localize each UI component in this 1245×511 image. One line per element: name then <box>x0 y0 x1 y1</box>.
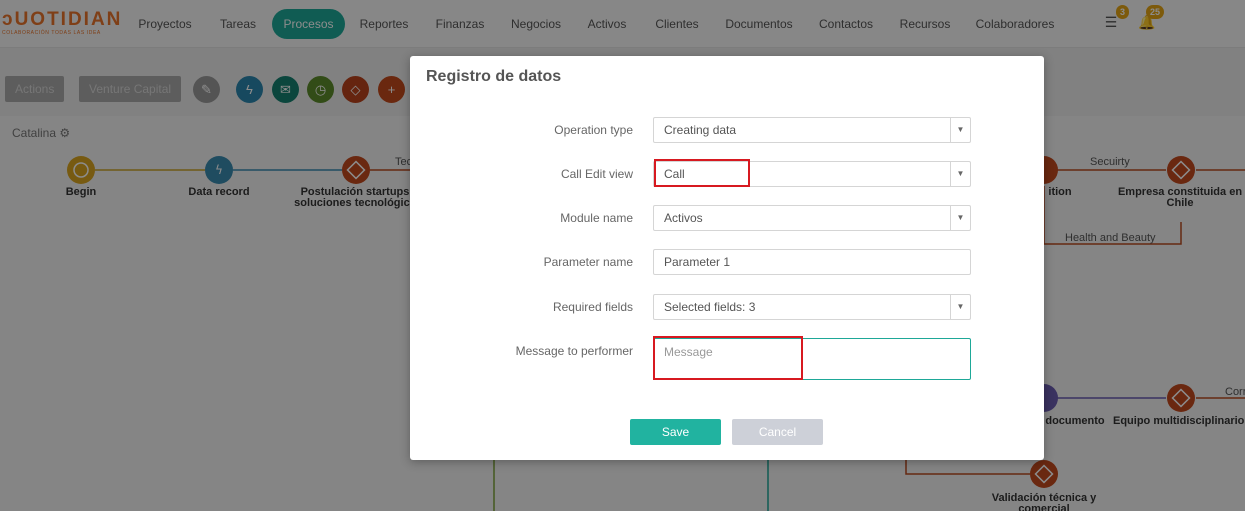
operation-type-value: Creating data <box>664 123 737 137</box>
module-name-select[interactable]: Activos ▼ <box>653 205 971 231</box>
operation-type-select[interactable]: Creating data ▼ <box>653 117 971 143</box>
call-highlight-box <box>654 159 750 187</box>
message-label: Message to performer <box>515 344 633 358</box>
call-edit-view-row: Call Edit view Call ▼ <box>410 159 1044 187</box>
parameter-name-input[interactable] <box>653 249 971 275</box>
required-fields-label: Required fields <box>552 300 633 314</box>
cancel-button[interactable]: Cancel <box>732 419 823 445</box>
chevron-down-icon[interactable]: ▼ <box>950 295 970 319</box>
message-highlight-box <box>653 336 803 380</box>
required-fields-row: Required fields Selected fields: 3 ▼ <box>410 294 1044 320</box>
required-fields-value: Selected fields: 3 <box>664 300 756 314</box>
module-name-value: Activos <box>664 211 703 225</box>
message-row: Message to performer <box>410 336 1044 380</box>
call-edit-view-label: Call Edit view <box>560 167 633 181</box>
module-name-label: Module name <box>560 211 633 225</box>
operation-type-row: Operation type Creating data ▼ <box>410 117 1044 143</box>
chevron-down-icon[interactable]: ▼ <box>950 206 970 230</box>
dialog-title: Registro de datos <box>426 68 562 85</box>
parameter-name-label: Parameter name <box>543 255 633 269</box>
save-button[interactable]: Save <box>630 419 721 445</box>
required-fields-select[interactable]: Selected fields: 3 ▼ <box>653 294 971 320</box>
module-name-row: Module name Activos ▼ <box>410 205 1044 231</box>
chevron-down-icon[interactable]: ▼ <box>950 118 970 142</box>
registro-datos-dialog: Registro de datos Operation type Creatin… <box>410 56 1044 460</box>
operation-type-label: Operation type <box>554 123 633 137</box>
parameter-name-row: Parameter name <box>410 249 1044 275</box>
chevron-down-icon[interactable]: ▼ <box>950 162 970 186</box>
